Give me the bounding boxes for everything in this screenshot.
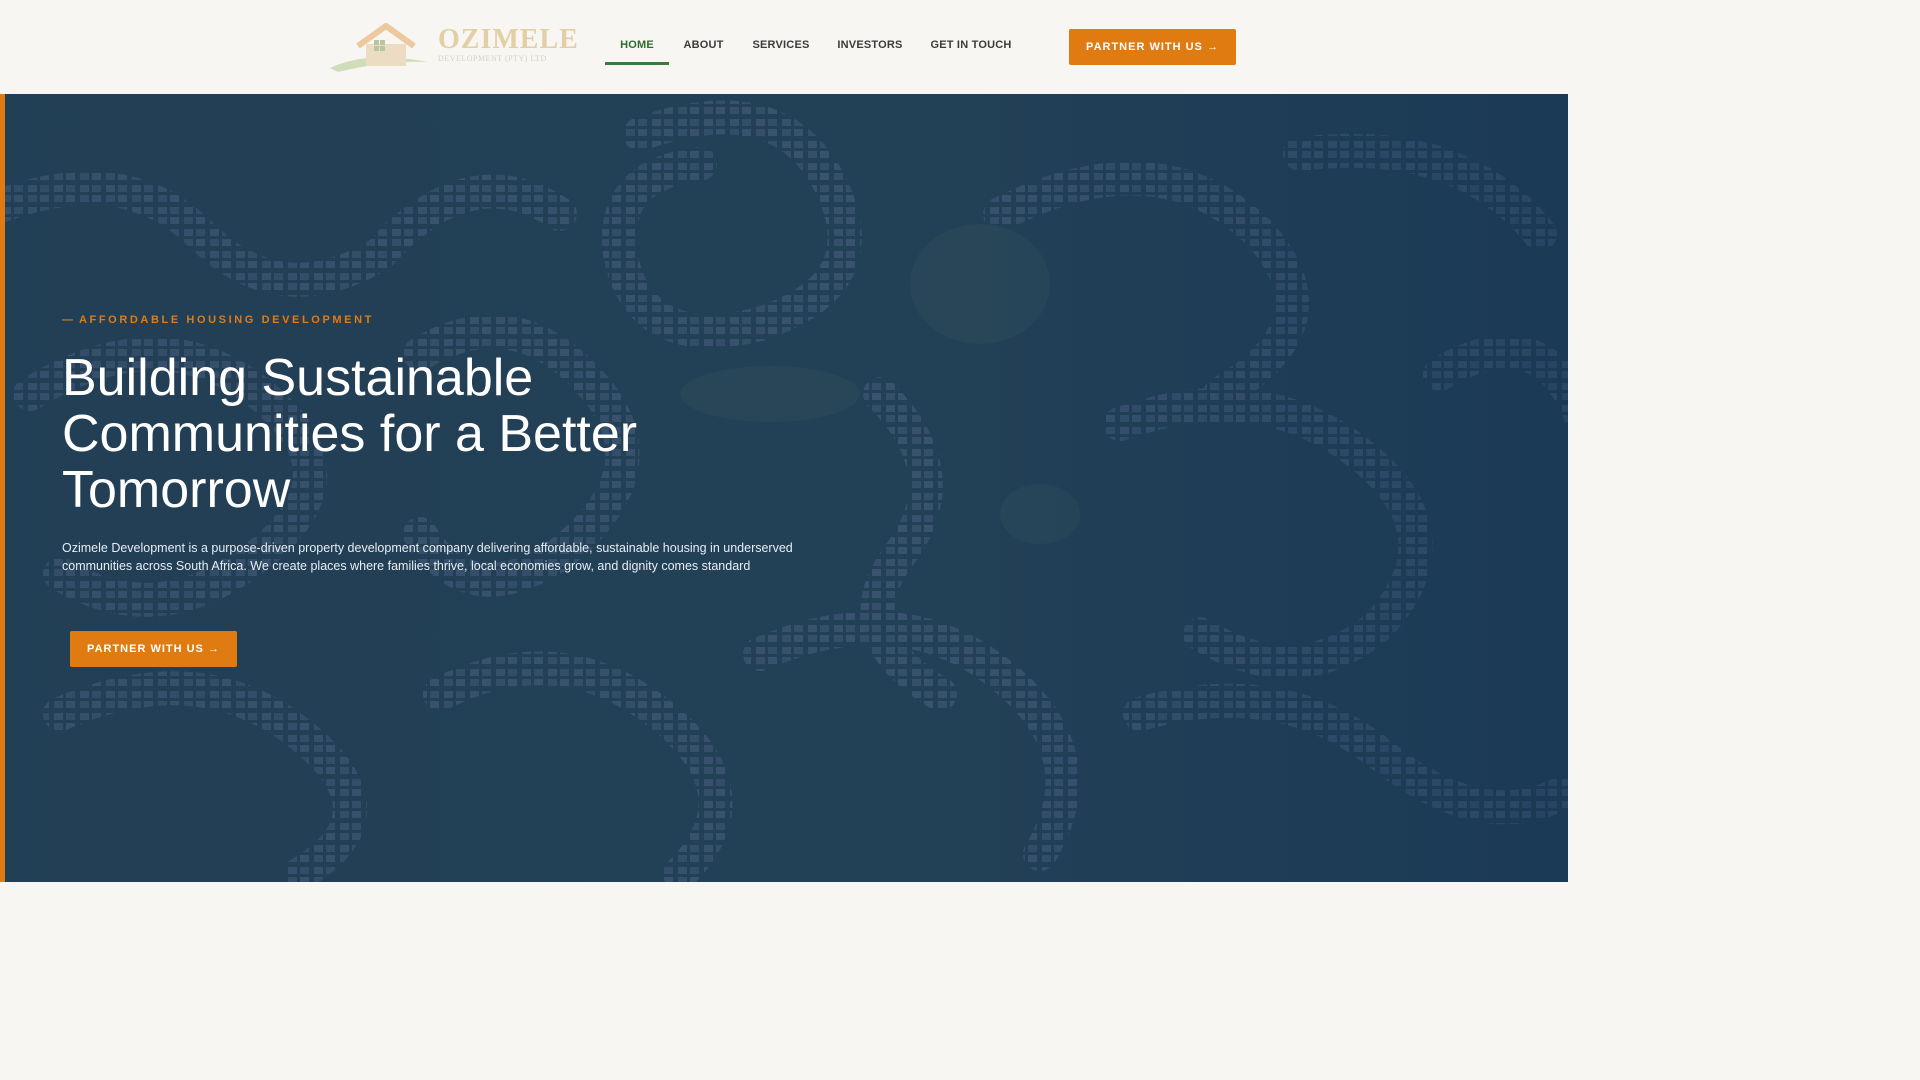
hero-section: — AFFORDABLE HOUSING DEVELOPMENT Building… xyxy=(0,94,1568,882)
nav-item-home[interactable]: HOME xyxy=(605,28,669,65)
nav-item-label: SERVICES xyxy=(752,39,810,51)
site-header: OZIMELE DEVELOPMENT (PTY) LTD HOME ABOUT… xyxy=(0,0,1568,94)
brand-subtitle: DEVELOPMENT (PTY) LTD xyxy=(438,54,547,63)
hero-headline: Building Sustainable Communities for a B… xyxy=(62,349,638,519)
nav-item-get-in-touch[interactable]: GET IN TOUCH xyxy=(916,28,1026,65)
nav-item-label: GET IN TOUCH xyxy=(930,39,1012,51)
brand-logo[interactable]: OZIMELE DEVELOPMENT (PTY) LTD xyxy=(328,20,578,76)
partner-with-us-hero-button[interactable]: PARTNER WITH US → xyxy=(70,631,237,667)
hero-eyebrow: — AFFORDABLE HOUSING DEVELOPMENT xyxy=(62,314,374,326)
partner-with-us-header-button[interactable]: PARTNER WITH US → xyxy=(1069,29,1236,65)
hero-accent-bar xyxy=(0,94,5,882)
nav-item-about[interactable]: ABOUT xyxy=(669,28,738,65)
nav-item-label: ABOUT xyxy=(683,39,724,51)
eyebrow-dash: — xyxy=(62,314,73,326)
main-nav: HOME ABOUT SERVICES INVESTORS GET IN TOU… xyxy=(605,28,1026,65)
brand-name: OZIMELE xyxy=(438,24,579,55)
nav-item-label: INVESTORS xyxy=(837,39,903,51)
nav-item-label: HOME xyxy=(620,39,654,51)
house-logo-icon xyxy=(330,23,428,72)
nav-item-investors[interactable]: INVESTORS xyxy=(824,28,916,65)
nav-item-services[interactable]: SERVICES xyxy=(738,28,824,65)
hero-lead-paragraph: Ozimele Development is a purpose-driven … xyxy=(62,541,793,573)
eyebrow-text: AFFORDABLE HOUSING DEVELOPMENT xyxy=(79,314,374,326)
